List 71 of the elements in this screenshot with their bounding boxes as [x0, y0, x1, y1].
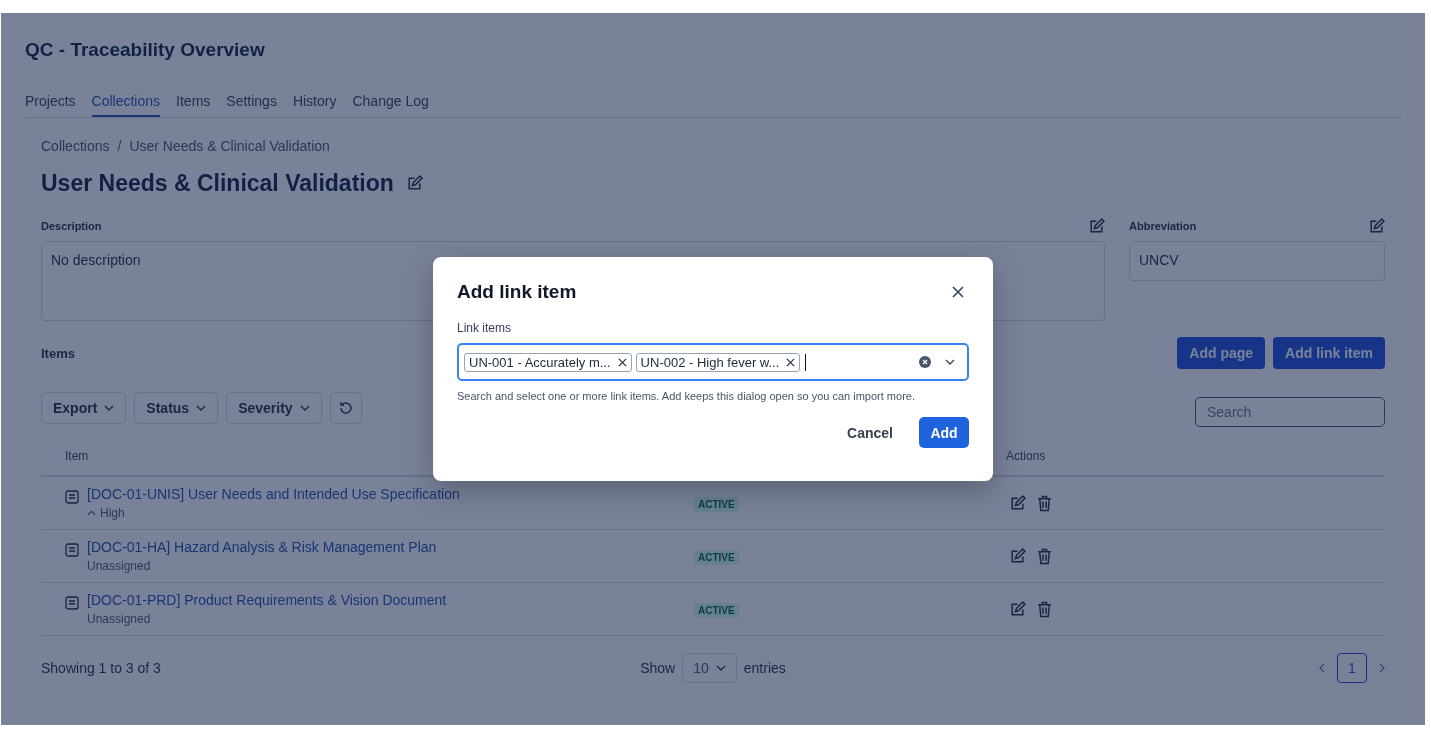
nav-tab[interactable]: Projects: [25, 89, 76, 117]
action-button[interactable]: Add page: [1177, 337, 1266, 369]
column-header: Item: [64, 449, 90, 463]
trash-icon[interactable]: [1036, 547, 1053, 565]
status-badge: ACTIVE: [694, 497, 739, 512]
chevron-down-icon: [196, 405, 207, 411]
edit-icon[interactable]: [1009, 494, 1026, 512]
document-icon: [65, 596, 79, 610]
section-title: Items: [41, 345, 75, 361]
filter-dropdown[interactable]: Export: [41, 392, 127, 424]
nav-tab[interactable]: Items: [176, 89, 211, 117]
show-label: Show: [640, 660, 676, 676]
chevron-down-icon: [104, 405, 115, 411]
breadcrumb-item[interactable]: Collections: [41, 138, 110, 154]
dialog-title: Add link item: [457, 281, 577, 303]
status-badge: ACTIVE: [694, 603, 739, 618]
next-page-icon[interactable]: [1379, 663, 1385, 673]
edit-icon[interactable]: [1009, 547, 1026, 565]
status-badge: ACTIVE: [694, 550, 739, 565]
page-button[interactable]: 1: [1337, 653, 1367, 683]
field-label: Abbreviation: [1129, 220, 1197, 232]
link-items-select[interactable]: UN-001 - Accurately m... UN-002 - High fever w...: [457, 343, 969, 381]
nav-tab[interactable]: Settings: [226, 89, 277, 117]
breadcrumb-item: User Needs & Clinical Validation: [129, 138, 330, 154]
edit-icon[interactable]: [1088, 217, 1105, 235]
field-label: Description: [41, 220, 102, 232]
clear-icon[interactable]: [919, 356, 931, 368]
page-size-dropdown[interactable]: 10: [682, 653, 737, 683]
abbreviation-field[interactable]: UNCV: [1129, 241, 1385, 281]
showing-text: Showing 1 to 3 of 3: [41, 660, 162, 676]
filter-dropdown[interactable]: Severity: [226, 392, 322, 424]
chevron-down-icon: [299, 405, 310, 411]
help-text: Search and select one or more link items. Add keeps this dialog open so you can import more.: [457, 390, 916, 402]
action-button[interactable]: Add link item: [1273, 337, 1385, 369]
remove-icon[interactable]: [786, 357, 796, 367]
column-header: Actions: [1006, 449, 1047, 463]
selected-tag: UN-001 - Accurately m...: [464, 352, 632, 372]
item-subtitle: High: [100, 506, 125, 520]
entries-label: entries: [743, 660, 786, 676]
reset-icon: [337, 400, 354, 416]
close-icon[interactable]: [952, 286, 964, 298]
document-icon: [65, 490, 79, 504]
reset-button[interactable]: [329, 392, 362, 424]
item-subtitle: Unassigned: [87, 612, 151, 626]
item-link[interactable]: [DOC-01-HA] Hazard Analysis & Risk Management Plan: [87, 539, 437, 555]
document-icon: [65, 543, 79, 557]
page-title: User Needs & Clinical Validation: [41, 170, 394, 197]
remove-icon[interactable]: [617, 357, 627, 367]
nav-tab[interactable]: Collections: [91, 89, 161, 117]
filter-dropdown[interactable]: Status: [134, 392, 219, 424]
field-label: Link items: [457, 321, 513, 335]
item-link[interactable]: [DOC-01-PRD] Product Requirements & Vision Document: [87, 592, 447, 608]
chevron-down-icon: [715, 665, 726, 671]
breadcrumb-separator: /: [117, 138, 122, 154]
add-button[interactable]: Add: [919, 417, 969, 448]
previous-page-icon[interactable]: [1319, 663, 1325, 673]
edit-icon[interactable]: [1009, 600, 1026, 618]
search-field[interactable]: Search: [1195, 397, 1385, 427]
app-title: QC - Traceability Overview: [25, 38, 266, 62]
selected-tag: UN-002 - High fever w...: [635, 352, 801, 372]
edit-icon[interactable]: [1368, 217, 1385, 235]
trash-icon[interactable]: [1036, 494, 1053, 512]
nav-tab[interactable]: Change Log: [352, 89, 429, 117]
chevron-down-icon[interactable]: [945, 359, 955, 365]
chevron-up-icon: [87, 510, 96, 516]
cancel-button[interactable]: Cancel: [841, 423, 899, 442]
nav-tab[interactable]: History: [292, 89, 337, 117]
edit-icon[interactable]: [405, 175, 423, 192]
item-subtitle: Unassigned: [87, 559, 151, 573]
item-link[interactable]: [DOC-01-UNIS] User Needs and Intended Use Specification: [87, 486, 460, 502]
trash-icon[interactable]: [1036, 600, 1053, 618]
